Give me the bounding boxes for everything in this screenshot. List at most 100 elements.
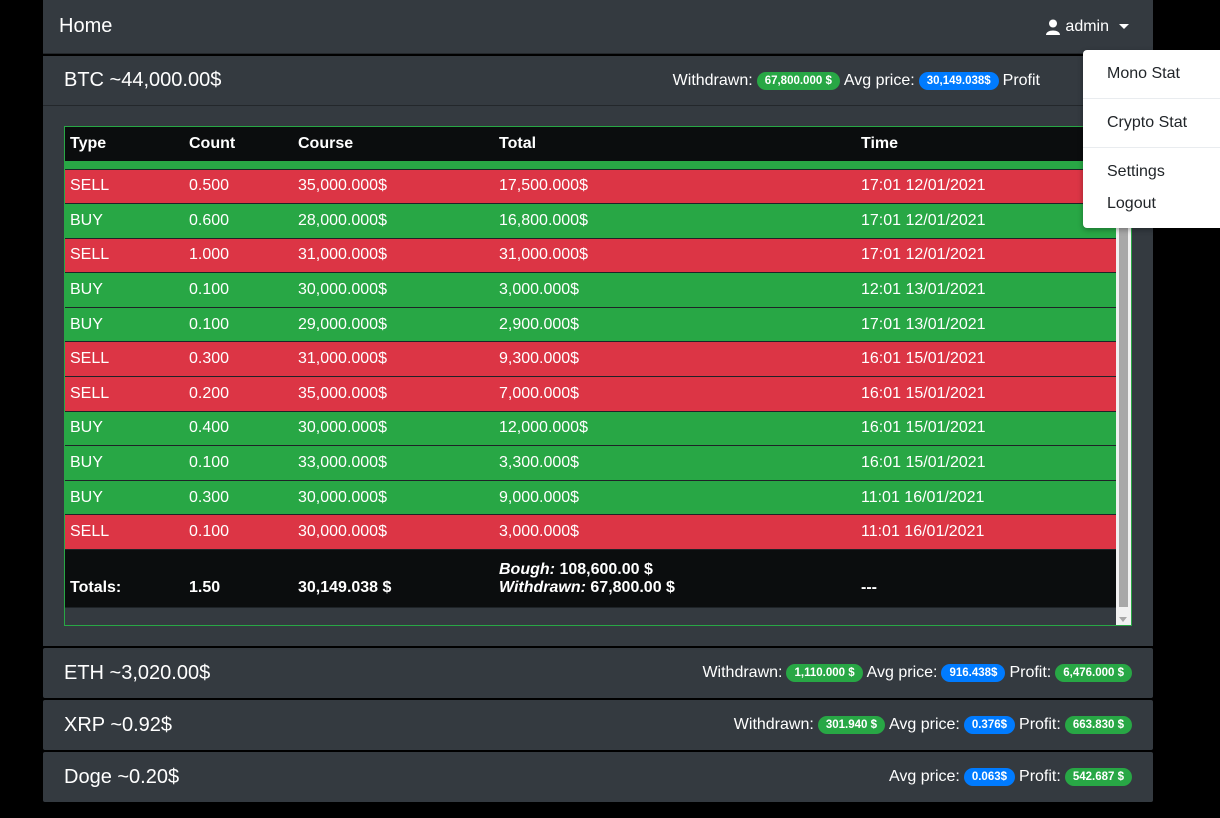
coin-stats: Withdrawn: 301.940 $ Avg price: 0.376$ Profi…: [734, 716, 1132, 734]
avg-price-badge: 0.376$: [963, 716, 1016, 734]
totals-label: Totals:: [65, 549, 184, 609]
navbar: Home admin: [43, 0, 1153, 54]
cell-total: 7,000.000$: [494, 376, 856, 412]
withdrawn-badge: 301.940 $: [817, 716, 885, 734]
cell-course: 30,000.000$: [293, 514, 494, 551]
header-type: Type: [65, 127, 184, 161]
coin-card: ETH ~3,020.00$ Withdrawn: 1,110.000 $ Avg p…: [43, 648, 1153, 698]
cell-type: SELL: [65, 376, 184, 412]
coin-title: Doge ~0.20$: [64, 765, 180, 788]
table-row: BUY 0.100 29,000.000$ 2,900.000$ 17:01 13/01…: [65, 307, 1118, 343]
scrollbar-thumb[interactable]: [1119, 187, 1128, 607]
withdrawn-label: Withdrawn:: [702, 664, 783, 681]
profit-badge: 6,476.000 $: [1055, 664, 1132, 682]
menu-item-logout[interactable]: Logout: [1083, 188, 1220, 220]
cell-total: 16,800.000$: [494, 203, 856, 239]
coin-stats: Avg price: 0.063$ Profit: 542.687 $: [889, 768, 1132, 786]
cell-type: SELL: [65, 238, 184, 274]
avg-price-badge: 916.438$: [941, 664, 1006, 682]
cell-count: 0.500: [184, 169, 293, 205]
cell-course: 35,000.000$: [293, 169, 494, 205]
table-row: SELL 0.300 31,000.000$ 9,300.000$ 16:01 15/0…: [65, 341, 1118, 378]
cell-type: BUY: [65, 272, 184, 308]
table-row: BUY 0.400 30,000.000$ 12,000.000$ 16:01 15/0…: [65, 411, 1118, 447]
cell-total: 9,000.000$: [494, 480, 856, 516]
totals-count: 1.50: [184, 549, 293, 609]
home-link[interactable]: Home: [59, 15, 112, 38]
cell-course: 35,000.000$: [293, 376, 494, 412]
table-row: BUY 0.600 28,000.000$ 16,800.000$ 17:01 12/0…: [65, 203, 1118, 239]
menu-item-crypto-stat[interactable]: Crypto Stat: [1083, 107, 1220, 139]
cell-total: 9,300.000$: [494, 341, 856, 378]
cell-time: 11:01 16/01/2021: [856, 514, 1118, 551]
withdrawn-badge: 67,800.000 $: [756, 71, 840, 90]
bought-value: 108,600.00 $: [559, 561, 653, 579]
user-icon: [1046, 19, 1061, 35]
cell-count: 1.000: [184, 238, 293, 274]
profit-label: Profit:: [1019, 768, 1061, 785]
coin-title: ETH ~3,020.00$: [64, 661, 211, 684]
table-row: BUY 0.100 33,000.000$ 3,300.000$ 16:01 15/01…: [65, 445, 1118, 481]
cell-total: 31,000.000$: [494, 238, 856, 274]
header-course: Course: [293, 127, 494, 161]
withdrawn-badge: 1,110.000 $: [786, 664, 863, 682]
cell-time: 16:01 15/01/2021: [856, 445, 1118, 481]
profit-badge: 542.687 $: [1064, 768, 1132, 786]
bought-label: Bough:: [499, 561, 555, 579]
cell-type: BUY: [65, 307, 184, 343]
cell-course: 33,000.000$: [293, 445, 494, 481]
cell-total: 3,000.000$: [494, 272, 856, 308]
table-row: SELL 0.500 35,000.000$ 17,500.000$ 17:01 12/…: [65, 169, 1118, 205]
cell-course: 29,000.000$: [293, 307, 494, 343]
cell-count: 0.600: [184, 203, 293, 239]
cell-type: BUY: [65, 203, 184, 239]
profit-label: Profit:: [1009, 664, 1052, 681]
cell-total: 2,900.000$: [494, 307, 856, 343]
transactions-table: Type Count Course Total Time SELL 0.500 35…: [65, 127, 1118, 609]
cell-time: 16:01 15/01/2021: [856, 341, 1118, 378]
coin-card-header[interactable]: XRP ~0.92$ Withdrawn: 301.940 $ Avg price: 0…: [43, 700, 1153, 750]
btc-card-header[interactable]: BTC ~44,000.00$ Withdrawn: 67,800.000 $ …: [43, 56, 1153, 106]
header-time: Time: [856, 127, 1118, 161]
avg-price-badge: 0.063$: [963, 768, 1016, 786]
cell-course: 30,000.000$: [293, 480, 494, 516]
totals-course: 30,149.038 $: [293, 549, 494, 609]
menu-item-mono-stat[interactable]: Mono Stat: [1083, 58, 1220, 90]
scroll-down-arrow-icon[interactable]: [1119, 617, 1127, 622]
transactions-table-container[interactable]: Type Count Course Total Time SELL 0.500 35…: [64, 126, 1132, 626]
avg-price-label: Avg price:: [888, 716, 960, 733]
cell-time: 17:01 12/01/2021: [856, 203, 1118, 239]
table-row-partial: [65, 161, 1118, 170]
table-header-row: Type Count Course Total Time: [65, 127, 1118, 161]
coin-title: BTC ~44,000.00$: [64, 69, 222, 91]
coin-card-header[interactable]: Doge ~0.20$ Avg price: 0.063$ Profit: 542.68…: [43, 752, 1153, 802]
cell-course: 31,000.000$: [293, 341, 494, 378]
profit-label: Profit: [1002, 71, 1040, 89]
totals-time: ---: [856, 549, 1118, 609]
coin-card: XRP ~0.92$ Withdrawn: 301.940 $ Avg price: 0…: [43, 700, 1153, 750]
cell-total: 12,000.000$: [494, 411, 856, 447]
coin-card-header[interactable]: ETH ~3,020.00$ Withdrawn: 1,110.000 $ Avg p…: [43, 648, 1153, 698]
avg-price-label: Avg price:: [866, 664, 938, 681]
cell-time: 17:01 12/01/2021: [856, 169, 1118, 205]
cell-course: 31,000.000$: [293, 238, 494, 274]
coin-stats: Withdrawn: 1,110.000 $ Avg price: 916.438$ P…: [702, 664, 1132, 682]
avg-price-label: Avg price:: [888, 768, 960, 785]
menu-item-settings[interactable]: Settings: [1083, 156, 1220, 188]
coin-card: Doge ~0.20$ Avg price: 0.063$ Profit: 542.68…: [43, 752, 1153, 802]
page: Home admin BTC ~44,000.00$ Withdrawn: 67…: [43, 0, 1220, 818]
coin-title: XRP ~0.92$: [64, 713, 173, 736]
user-menu-toggle[interactable]: admin: [1045, 18, 1129, 36]
cell-type: SELL: [65, 514, 184, 551]
totals-withdrawn-label: Withdrawn:: [499, 579, 586, 597]
cell-count: 0.100: [184, 307, 293, 343]
cell-count: 0.300: [184, 480, 293, 516]
btc-card: BTC ~44,000.00$ Withdrawn: 67,800.000 $ …: [43, 56, 1153, 646]
cell-type: SELL: [65, 169, 184, 205]
cell-time: 11:01 16/01/2021: [856, 480, 1118, 516]
cell-count: 0.300: [184, 341, 293, 378]
cell-count: 0.100: [184, 514, 293, 551]
cell-time: 16:01 15/01/2021: [856, 376, 1118, 412]
cell-count: 0.400: [184, 411, 293, 447]
cell-time: 17:01 13/01/2021: [856, 307, 1118, 343]
